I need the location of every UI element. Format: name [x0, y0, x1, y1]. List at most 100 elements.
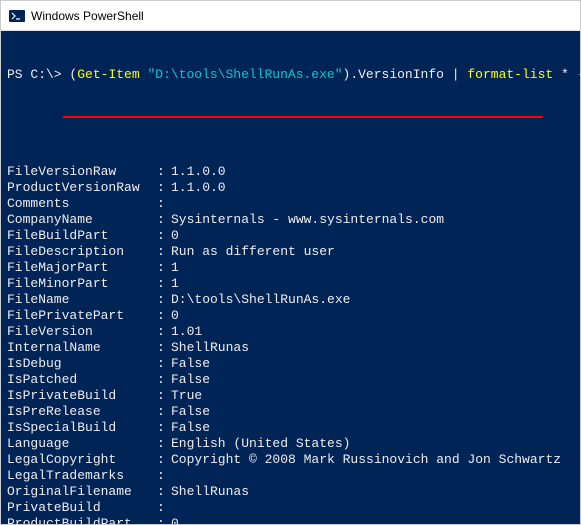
property-key: InternalName [7, 340, 157, 356]
command-line: PS C:\> (Get-Item "D:\tools\ShellRunAs.e… [7, 67, 574, 83]
colon-separator: : [157, 260, 171, 276]
output-row: IsPreRelease: False [7, 404, 574, 420]
property-value: 0 [171, 308, 179, 324]
output-row: IsSpecialBuild: False [7, 420, 574, 436]
colon-separator: : [157, 484, 171, 500]
property-value: 0 [171, 228, 179, 244]
colon-separator: : [157, 500, 171, 516]
property-key: ProductVersionRaw [7, 180, 157, 196]
property-value: English (United States) [171, 436, 350, 452]
colon-separator: : [157, 276, 171, 292]
output-row: ProductVersionRaw: 1.1.0.0 [7, 180, 574, 196]
output-row: ProductBuildPart: 0 [7, 516, 574, 524]
force-flag: -force [577, 67, 580, 82]
colon-separator: : [157, 244, 171, 260]
output-row: FileMinorPart: 1 [7, 276, 574, 292]
property-value: 0 [171, 516, 179, 524]
colon-separator: : [157, 308, 171, 324]
output-row: FileName: D:\tools\ShellRunAs.exe [7, 292, 574, 308]
colon-separator: : [157, 388, 171, 404]
window-titlebar[interactable]: Windows PowerShell [1, 1, 580, 31]
property-access: .VersionInfo [350, 67, 444, 82]
colon-separator: : [157, 340, 171, 356]
output-row: FileBuildPart: 0 [7, 228, 574, 244]
output-row: FileMajorPart: 1 [7, 260, 574, 276]
output-row: Comments: [7, 196, 574, 212]
colon-separator: : [157, 436, 171, 452]
property-key: Comments [7, 196, 157, 212]
property-value: False [171, 404, 210, 420]
output-block: FileVersionRaw: 1.1.0.0ProductVersionRaw… [7, 164, 574, 524]
property-key: FileMajorPart [7, 260, 157, 276]
property-value: 1 [171, 260, 179, 276]
property-key: OriginalFilename [7, 484, 157, 500]
property-value: ShellRunas [171, 340, 249, 356]
output-row: LegalTrademarks: [7, 468, 574, 484]
property-key: IsDebug [7, 356, 157, 372]
colon-separator: : [157, 164, 171, 180]
property-key: LegalCopyright [7, 452, 157, 468]
prompt-prefix: PS C:\> [7, 67, 69, 82]
property-key: CompanyName [7, 212, 157, 228]
property-value: D:\tools\ShellRunAs.exe [171, 292, 350, 308]
property-value: Sysinternals - www.sysinternals.com [171, 212, 444, 228]
colon-separator: : [157, 292, 171, 308]
property-value: False [171, 356, 210, 372]
space [569, 67, 577, 82]
output-row: FileVersion: 1.01 [7, 324, 574, 340]
property-key: IsPatched [7, 372, 157, 388]
output-row: IsPatched: False [7, 372, 574, 388]
pipe-operator: | [444, 67, 467, 82]
property-key: FileVersion [7, 324, 157, 340]
property-value: True [171, 388, 202, 404]
output-row: PrivateBuild: [7, 500, 574, 516]
output-row: CompanyName: Sysinternals - www.sysinter… [7, 212, 574, 228]
colon-separator: : [157, 196, 171, 212]
output-row: OriginalFilename: ShellRunas [7, 484, 574, 500]
property-value: 1 [171, 276, 179, 292]
cmdlet-format-list: format-list [467, 67, 553, 82]
property-value: False [171, 420, 210, 436]
cmdlet-get-item: Get-Item [77, 67, 139, 82]
powershell-icon [9, 8, 25, 24]
wildcard-star: * [561, 67, 569, 82]
colon-separator: : [157, 404, 171, 420]
window-title: Windows PowerShell [31, 9, 144, 23]
space [553, 67, 561, 82]
property-value: 1.01 [171, 324, 202, 340]
property-key: ProductBuildPart [7, 516, 157, 524]
property-key: FileName [7, 292, 157, 308]
output-row: LegalCopyright: Copyright © 2008 Mark Ru… [7, 452, 574, 468]
path-argument: "D:\tools\ShellRunAs.exe" [147, 67, 342, 82]
property-key: FileBuildPart [7, 228, 157, 244]
colon-separator: : [157, 212, 171, 228]
property-key: IsPrivateBuild [7, 388, 157, 404]
property-key: PrivateBuild [7, 500, 157, 516]
property-value: 1.1.0.0 [171, 180, 226, 196]
highlight-underline [63, 116, 543, 118]
property-key: IsSpecialBuild [7, 420, 157, 436]
output-row: InternalName: ShellRunas [7, 340, 574, 356]
property-key: FilePrivatePart [7, 308, 157, 324]
property-key: FileMinorPart [7, 276, 157, 292]
property-value: Copyright © 2008 Mark Russinovich and Jo… [171, 452, 561, 468]
terminal-body[interactable]: PS C:\> (Get-Item "D:\tools\ShellRunAs.e… [1, 31, 580, 524]
property-key: LegalTrademarks [7, 468, 157, 484]
colon-separator: : [157, 468, 171, 484]
colon-separator: : [157, 372, 171, 388]
colon-separator: : [157, 452, 171, 468]
output-row: FileVersionRaw: 1.1.0.0 [7, 164, 574, 180]
output-row: IsPrivateBuild: True [7, 388, 574, 404]
property-key: FileDescription [7, 244, 157, 260]
colon-separator: : [157, 324, 171, 340]
colon-separator: : [157, 516, 171, 524]
output-row: FilePrivatePart: 0 [7, 308, 574, 324]
property-key: Language [7, 436, 157, 452]
property-key: IsPreRelease [7, 404, 157, 420]
property-value: ShellRunas [171, 484, 249, 500]
colon-separator: : [157, 228, 171, 244]
property-value: 1.1.0.0 [171, 164, 226, 180]
colon-separator: : [157, 180, 171, 196]
property-key: FileVersionRaw [7, 164, 157, 180]
property-value: Run as different user [171, 244, 335, 260]
